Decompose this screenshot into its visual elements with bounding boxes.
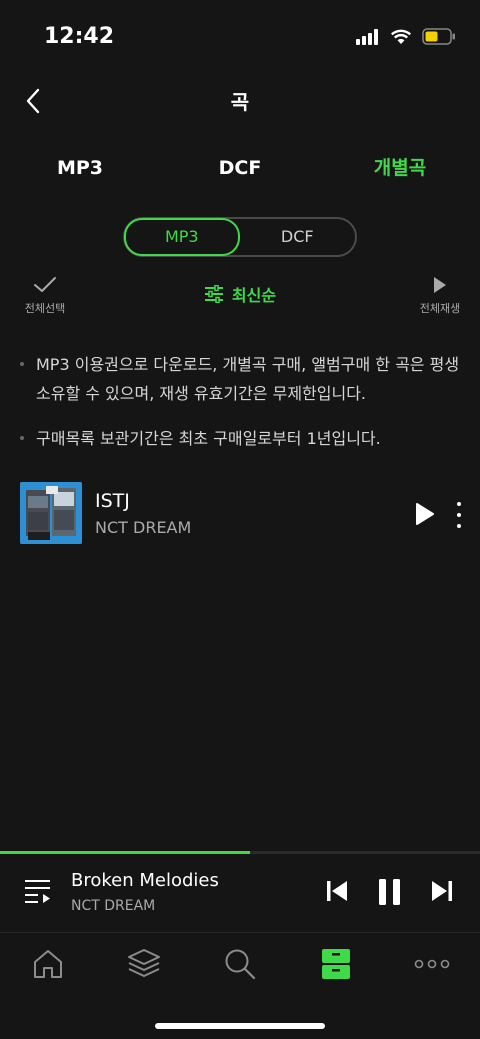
more-icon (414, 959, 450, 969)
notice-item: MP3 이용권으로 다운로드, 개별곡 구매, 앨범구매 한 곡은 평생 소유할… (20, 350, 460, 408)
play-all-button[interactable]: 전체재생 (416, 276, 464, 316)
skip-next-icon (432, 881, 452, 901)
song-row[interactable]: ISTJ NCT DREAM (20, 482, 470, 546)
page-title: 곡 (230, 90, 250, 114)
sort-button[interactable]: 최신순 (0, 282, 480, 306)
song-artist: NCT DREAM (95, 518, 192, 537)
nav-storage[interactable] (316, 947, 356, 981)
mini-player[interactable]: Broken Melodies NCT DREAM (0, 854, 480, 932)
song-more-button[interactable] (454, 502, 464, 528)
signal-icon (356, 28, 378, 45)
song-play-button[interactable] (414, 502, 436, 526)
home-indicator (155, 1023, 325, 1029)
play-all-label: 전체재생 (419, 302, 461, 315)
previous-button[interactable] (326, 880, 348, 906)
tab-individual-songs[interactable]: 개별곡 (320, 150, 480, 186)
more-dot (457, 502, 461, 506)
bullet-icon (20, 362, 24, 366)
next-button[interactable] (431, 880, 453, 906)
notice-list: MP3 이용권으로 다운로드, 개별곡 구매, 앨범구매 한 곡은 평생 소유할… (20, 350, 460, 469)
segment-dcf[interactable]: DCF (240, 219, 355, 255)
nav-search[interactable] (220, 947, 260, 981)
now-playing-title: Broken Melodies (71, 870, 219, 891)
status-bar: 12:42 (0, 0, 480, 70)
status-icons (356, 28, 456, 45)
storage-icon (322, 949, 350, 979)
notice-text: MP3 이용권으로 다운로드, 개별곡 구매, 앨범구매 한 곡은 평생 소유할… (36, 355, 460, 403)
now-playing-artist: NCT DREAM (71, 898, 156, 914)
bullet-icon (20, 436, 24, 440)
sliders-icon (204, 285, 223, 303)
skip-previous-icon (327, 881, 347, 901)
nav-more[interactable] (412, 947, 452, 981)
home-icon (34, 950, 62, 978)
nav-library[interactable] (124, 947, 164, 981)
more-dot (457, 513, 461, 517)
album-art-image (20, 482, 82, 544)
nav-home[interactable] (28, 947, 68, 981)
pause-icon (379, 879, 400, 905)
more-dot (457, 524, 461, 528)
tab-dcf[interactable]: DCF (160, 150, 320, 186)
play-icon (434, 277, 446, 293)
search-icon (225, 949, 256, 980)
status-time: 12:42 (44, 24, 115, 49)
bottom-navigation (0, 932, 480, 1039)
playlist-button[interactable] (24, 878, 52, 908)
layers-icon (128, 949, 160, 977)
play-icon (416, 503, 434, 525)
tab-bar-top: MP3 DCF 개별곡 (0, 150, 480, 186)
pause-button[interactable] (377, 878, 403, 910)
list-controls: 전체선택 최신순 전체재생 (0, 272, 480, 322)
notice-text: 구매목록 보관기간은 최초 구매일로부터 1년입니다. (36, 429, 381, 448)
battery-icon (422, 28, 455, 45)
tab-mp3[interactable]: MP3 (0, 150, 160, 186)
nav-header: 곡 (0, 70, 480, 130)
sort-label: 최신순 (231, 286, 277, 305)
notice-item: 구매목록 보관기간은 최초 구매일로부터 1년입니다. (20, 424, 460, 453)
playlist-icon (25, 880, 50, 903)
segment-mp3[interactable]: MP3 (124, 218, 240, 256)
song-title: ISTJ (95, 490, 130, 512)
album-art (20, 482, 82, 544)
wifi-icon (390, 29, 412, 44)
format-segment: MP3 DCF (123, 217, 357, 257)
